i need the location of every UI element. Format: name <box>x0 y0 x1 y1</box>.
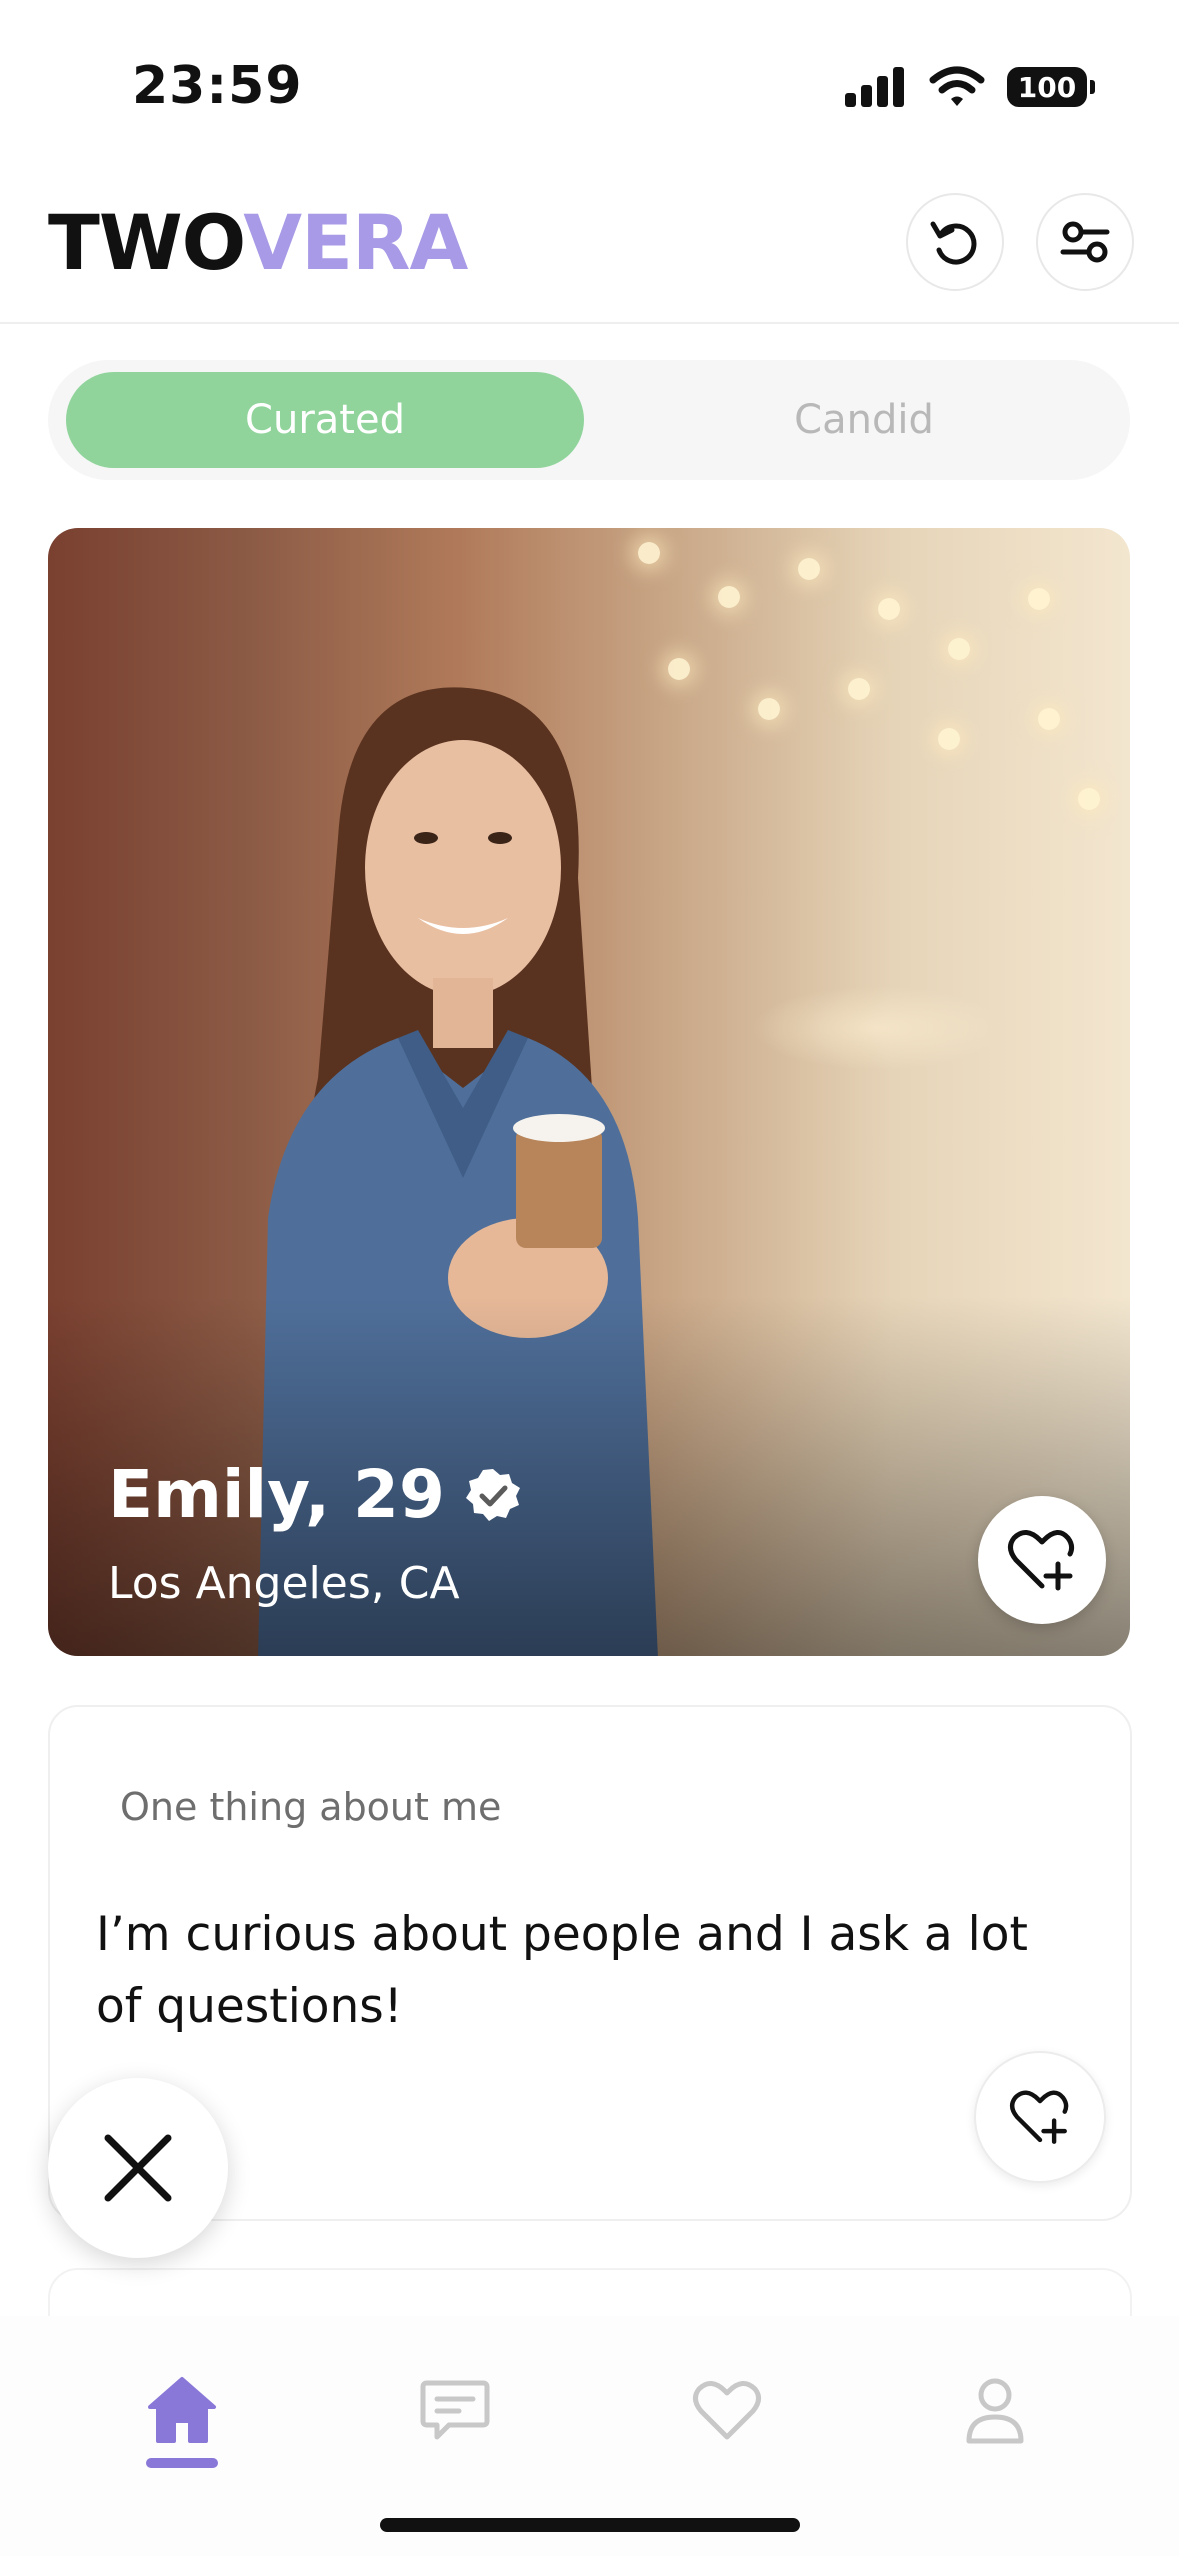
feed-mode-switch: Curated Candid <box>48 360 1130 480</box>
profile-icon <box>966 2378 1024 2444</box>
app-logo: TWOVERA <box>48 198 468 287</box>
chat-icon <box>420 2380 490 2440</box>
pass-button[interactable] <box>48 2078 228 2258</box>
nav-active-indicator <box>146 2458 218 2468</box>
heart-plus-icon <box>1010 2090 1069 2144</box>
home-indicator <box>380 2518 800 2532</box>
prompt-label: One thing about me <box>120 1785 502 1829</box>
home-icon <box>148 2377 216 2443</box>
tab-curated[interactable]: Curated <box>66 372 584 468</box>
nav-messages[interactable] <box>400 2360 510 2460</box>
heart-icon <box>693 2381 761 2440</box>
name-row: Emily, 29 <box>108 1456 523 1533</box>
nav-likes[interactable] <box>672 2360 782 2460</box>
undo-icon <box>930 221 977 265</box>
profile-name: Emily, 29 <box>108 1456 445 1533</box>
tab-candid[interactable]: Candid <box>616 372 1112 468</box>
filters-button[interactable] <box>1036 193 1134 291</box>
bottom-nav <box>0 2316 1179 2556</box>
status-icons: 100 <box>845 66 1095 108</box>
sliders-icon <box>1060 221 1110 263</box>
signal-icon <box>845 67 904 107</box>
verified-badge-icon <box>465 1468 520 1521</box>
close-icon <box>104 2134 172 2202</box>
battery-indicator: 100 <box>1007 67 1095 107</box>
undo-button[interactable] <box>906 193 1004 291</box>
header-divider <box>0 322 1179 324</box>
nav-profile[interactable] <box>940 2360 1050 2460</box>
like-prompt-button[interactable] <box>974 2051 1106 2183</box>
logo-vera: VERA <box>243 198 468 287</box>
nav-home[interactable] <box>127 2360 237 2460</box>
profile-location: Los Angeles, CA <box>108 1558 460 1609</box>
heart-plus-icon <box>1008 1530 1075 1591</box>
status-time: 23:59 <box>132 56 303 116</box>
wifi-icon <box>929 66 985 106</box>
logo-two: TWO <box>48 198 244 287</box>
profile-photo-card[interactable]: Emily, 29 Los Angeles, CA <box>48 528 1130 1656</box>
like-photo-button[interactable] <box>978 1496 1106 1624</box>
prompt-answer: I’m curious about people and I ask a lot… <box>96 1907 1028 2034</box>
